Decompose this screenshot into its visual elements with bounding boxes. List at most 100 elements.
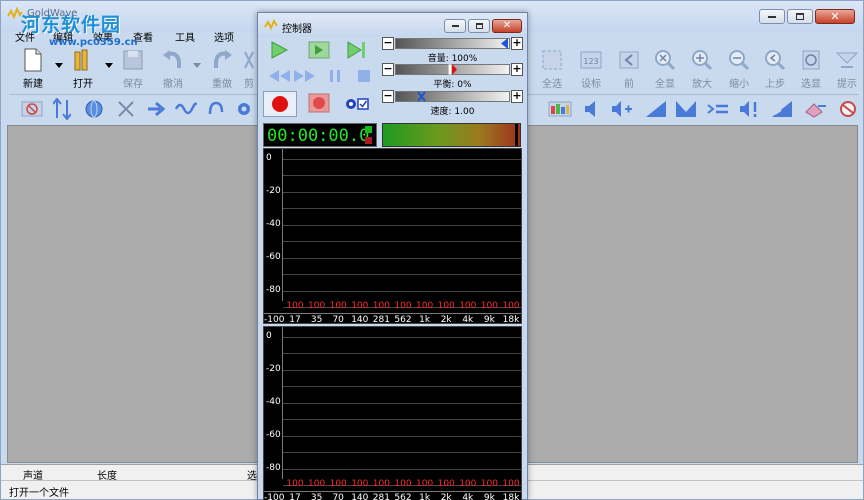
record-options-button[interactable] [344,93,370,115]
effect-globe-button[interactable] [81,97,107,121]
balance-track[interactable] [395,64,510,75]
save-disk-icon [121,47,145,73]
speed-track[interactable] [395,91,510,102]
effect-mute-button[interactable] [835,97,861,121]
spectrum-display-bottom[interactable]: 0 -20 -40 -60 -80 -100 100 100 100 100 100 100 100 1… [263,326,522,500]
show-all-button[interactable]: 全显 [645,45,685,91]
status-message: 打开一个文件 [9,488,69,499]
fast-forward-button[interactable] [292,65,318,87]
spectrum-peak-value: 100 [329,301,347,311]
spectrum-x-label: 281 [372,315,390,325]
volume-increase-button[interactable]: + [511,37,523,50]
close-button[interactable]: ✕ [815,9,855,24]
cut-button[interactable]: 剪 [241,45,257,91]
menu-options[interactable]: 选项 [214,29,244,44]
spectrum-x-label: 70 [332,493,344,500]
play-selection-button[interactable] [306,39,332,61]
cut-label: 剪 [244,79,254,90]
speed-slider[interactable]: − + [382,90,523,104]
speed-increase-button[interactable]: + [511,90,523,103]
select-all-button[interactable]: 全选 [532,45,572,91]
effect-loop-button[interactable] [203,97,229,121]
hint-button[interactable]: 提示 [827,45,864,91]
fade-out-icon [676,101,696,117]
spectrum-peak-value: 100 [480,479,498,489]
volume-thumb-icon[interactable] [500,38,509,49]
equal-volume-icon [707,104,728,114]
effect-eraser-button[interactable] [803,97,829,121]
spectrum-peak-value: 100 [459,301,477,311]
new-button[interactable]: 新建 [13,45,53,91]
maximize-button[interactable] [787,9,813,24]
effect-wave-button[interactable] [173,97,199,121]
stop-button[interactable] [351,65,377,87]
set-marker-button[interactable]: 123 设标 [571,45,611,91]
effect-speaker-button[interactable] [579,97,605,121]
undo-dropdown-arrow-icon[interactable] [193,63,201,69]
spectrum-display-top[interactable]: 0 -20 -40 -60 -80 -100 100 100 100 100 100 100 100 1… [263,148,522,325]
open-button[interactable]: 打开 [63,45,103,91]
balance-thumb-icon[interactable] [448,64,457,75]
effect-speaker-excl-button[interactable] [737,97,763,121]
redo-button[interactable]: 重做 [202,45,242,91]
spectrum-y-label: -20 [266,364,281,374]
show-selection-button[interactable]: 选显 [791,45,831,91]
save-button[interactable]: 保存 [113,45,153,91]
speed-decrease-button[interactable]: − [382,90,394,103]
spectrum-gridline [283,159,521,160]
spectrum-gridline [283,291,521,292]
effect-gear-button[interactable] [231,97,257,121]
zoom-out-button[interactable]: 缩小 [719,45,759,91]
balance-increase-button[interactable]: + [511,63,523,76]
rewind-button[interactable] [266,65,292,87]
balance-slider[interactable]: − + [382,63,523,77]
volume-ramp-icon [772,101,792,117]
spectrum-x-label: 70 [332,315,344,325]
controller-title-bar[interactable]: 控制器 ✕ [258,13,527,37]
level-meter-end [515,124,518,146]
undo-button[interactable]: 撤消 [153,45,193,91]
effect-scissors-button[interactable] [113,97,139,121]
spectrum-x-label: 35 [310,315,323,325]
spectrum-x-label: 1k [419,493,431,500]
controller-minimize-button[interactable] [444,19,466,33]
controller-close-button[interactable]: ✕ [492,19,522,33]
zoom-in-button[interactable]: 放大 [682,45,722,91]
hint-label: 提示 [837,79,857,90]
menu-tools[interactable]: 工具 [175,29,205,44]
effect-speaker-plus-button[interactable] [609,97,635,121]
effect-volume-ramp-button[interactable] [769,97,795,121]
effect-arrow-right-button[interactable] [143,97,169,121]
previous-step-button[interactable]: 上步 [755,45,795,91]
effect-fade-in-button[interactable] [643,97,669,121]
volume-slider[interactable]: − + [382,37,523,51]
spectrum-gridline [283,274,521,275]
effect-resize-button[interactable] [49,97,75,121]
minimize-button[interactable] [759,9,785,24]
play-to-end-button[interactable] [344,39,370,61]
undo-arrow-icon [161,47,185,73]
volume-decrease-button[interactable]: − [382,37,394,50]
balance-decrease-button[interactable]: − [382,63,394,76]
new-dropdown-arrow-icon[interactable] [55,63,63,69]
record-button[interactable] [263,91,297,117]
spectrum-gridline [283,225,521,226]
speed-thumb-icon[interactable] [417,91,426,102]
effect-spectrum-button[interactable] [547,97,573,121]
gear-icon [238,103,250,115]
spectrum-gridline [283,419,521,420]
controller-restore-button[interactable] [468,19,490,33]
spectrum-peak-value: 100 [372,479,390,489]
menu-file[interactable]: 文件 [15,29,45,44]
open-dropdown-arrow-icon[interactable] [105,63,113,69]
new-label: 新建 [23,79,43,90]
record-selection-button[interactable] [306,92,332,114]
play-button[interactable] [266,39,292,61]
previous-button[interactable]: 前 [609,45,649,91]
effect-equal-button[interactable] [705,97,731,121]
volume-track[interactable] [395,38,510,49]
magnifier-x-icon [653,47,677,73]
effect-no-button[interactable] [19,97,45,121]
pause-button[interactable] [322,65,348,87]
effect-fade-out-button[interactable] [673,97,699,121]
